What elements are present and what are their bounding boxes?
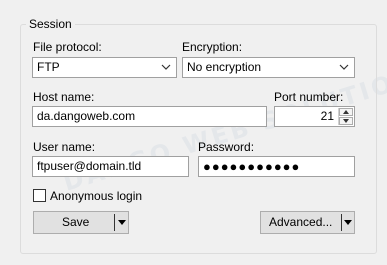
host-name-input[interactable]: da.dangoweb.com — [32, 106, 267, 127]
anonymous-login-label[interactable]: Anonymous login — [50, 189, 142, 203]
caret-up-icon — [343, 110, 349, 114]
chevron-down-icon — [161, 64, 171, 70]
host-name-label: Host name: — [33, 90, 95, 104]
file-protocol-select[interactable]: FTP — [32, 57, 177, 78]
dropdown-arrow-icon[interactable] — [344, 220, 352, 225]
advanced-button-label: Advanced... — [269, 215, 333, 229]
anonymous-login-checkbox[interactable] — [33, 189, 46, 202]
split-divider — [341, 214, 342, 231]
split-divider — [114, 214, 115, 231]
encryption-value: No encryption — [187, 60, 262, 74]
session-legend: Session — [26, 17, 75, 31]
spin-down-button[interactable] — [339, 117, 353, 125]
file-protocol-value: FTP — [37, 60, 60, 74]
spin-up-button[interactable] — [339, 108, 353, 116]
user-name-input[interactable]: ftpuser@domain.tld — [32, 156, 189, 177]
password-label: Password: — [198, 140, 255, 154]
port-spin-buttons — [338, 108, 353, 125]
caret-down-icon — [343, 119, 349, 123]
advanced-button[interactable]: Advanced... — [260, 211, 355, 234]
encryption-label: Encryption: — [182, 40, 243, 54]
user-name-label: User name: — [33, 140, 96, 154]
password-input[interactable]: ●●●●●●●●●●● — [198, 156, 355, 177]
save-button-label: Save — [62, 215, 90, 229]
encryption-select[interactable]: No encryption — [182, 57, 355, 78]
chevron-down-icon — [339, 64, 349, 70]
port-number-value: 21 — [320, 109, 334, 123]
file-protocol-label: File protocol: — [33, 40, 102, 54]
port-number-label: Port number: — [274, 90, 344, 104]
session-panel: DANGO WEB SOLUTIONS Session File protoco… — [0, 0, 387, 265]
port-number-spinner[interactable]: 21 — [274, 106, 355, 127]
save-button[interactable]: Save — [33, 211, 129, 234]
dropdown-arrow-icon[interactable] — [118, 220, 126, 225]
